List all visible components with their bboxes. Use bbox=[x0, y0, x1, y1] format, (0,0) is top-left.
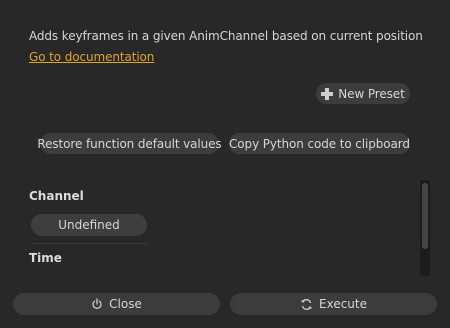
scrollbar-thumb[interactable] bbox=[422, 183, 428, 249]
plus-icon bbox=[321, 87, 334, 100]
copy-python-button[interactable]: Copy Python code to clipboard bbox=[229, 133, 410, 154]
power-icon bbox=[91, 298, 103, 310]
refresh-icon bbox=[300, 298, 313, 311]
restore-defaults-label: Restore function default values bbox=[37, 136, 222, 151]
channel-select[interactable]: Undefined bbox=[31, 214, 147, 236]
time-label: Time bbox=[29, 251, 62, 265]
documentation-link[interactable]: Go to documentation bbox=[29, 50, 154, 64]
execute-button[interactable]: Execute bbox=[230, 293, 437, 315]
close-button[interactable]: Close bbox=[13, 293, 220, 315]
channel-select-value: Undefined bbox=[58, 218, 120, 232]
function-description: Adds keyframes in a given AnimChannel ba… bbox=[29, 29, 423, 43]
execute-label: Execute bbox=[319, 297, 367, 311]
new-preset-button[interactable]: New Preset bbox=[316, 83, 410, 104]
restore-defaults-button[interactable]: Restore function default values bbox=[37, 133, 222, 154]
new-preset-label: New Preset bbox=[338, 86, 405, 101]
close-label: Close bbox=[109, 297, 142, 311]
copy-python-label: Copy Python code to clipboard bbox=[229, 136, 410, 151]
param-divider bbox=[31, 243, 147, 244]
channel-label: Channel bbox=[29, 189, 84, 203]
